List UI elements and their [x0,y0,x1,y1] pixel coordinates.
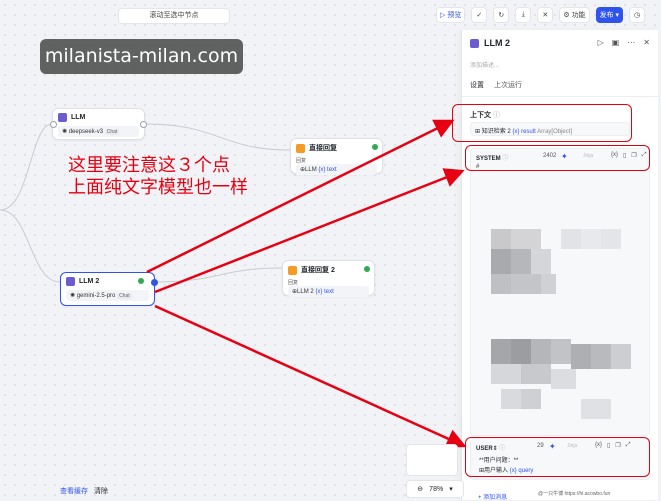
description-input[interactable]: 添加描述... [470,60,499,69]
reply-icon [296,143,305,153]
annotation-text: 这里要注意这３个点 上面纯文字模型也一样 [68,155,248,198]
chevron-down-icon: ▾ [449,486,453,493]
panel-actions: ▷ ▣ ⋯ ✕ [598,38,650,47]
model-icon: ✺ [70,293,77,299]
node-direct-reply-2[interactable]: 直接回复 2 回复 ⊕LLM 2 {x} text [282,260,375,297]
blurred-content [491,229,651,429]
tab-settings[interactable]: 设置 [470,80,484,90]
features-button[interactable]: ⚙ 功能 [559,7,590,23]
close-icon[interactable]: ✕ [643,38,650,47]
features-icon: ⚙ [563,12,572,19]
panel-tabs: 设置 上次运行 [470,80,522,90]
chevron-down-icon: ▾ [613,12,620,19]
history-icon[interactable]: ↻ [493,7,510,23]
more-icon[interactable]: ⋯ [627,38,635,47]
run-icon[interactable]: ▷ [598,38,604,47]
info-icon[interactable]: ▣ [612,38,620,47]
input-port[interactable] [50,121,57,128]
success-icon [138,278,144,284]
reply-icon [288,265,297,275]
highlight-system [465,145,650,171]
success-icon [372,144,378,150]
publish-button[interactable]: 发布 ▾ [595,7,624,23]
llm-icon [58,113,67,122]
node-direct-reply[interactable]: 直接回复 回复 ⊕LLM {x} text [290,138,383,175]
footer-watermark: @一只牛博 https://hi.acowbo.fun [538,491,611,497]
cache-controls: 查看缓存 清除 [60,486,108,496]
divider [462,96,658,97]
llm-icon [66,277,75,286]
scroll-to-selected-button[interactable]: 滚动至选中节点 [118,8,230,24]
reply-var-chip: ⊕LLM 2 {x} text [288,286,369,297]
system-prompt-editor[interactable]: SYSTEM ⓘ 2402 ✦ Jinja {x} ▯ ❐ ⤢ # [470,148,650,436]
checklist-icon[interactable]: ✓ [471,7,488,23]
reply-var-chip: ⊕LLM {x} text [296,164,377,175]
success-icon [364,266,370,272]
node-llm[interactable]: LLM ✺ deepseek-v3 Chat [50,108,147,140]
import-icon[interactable]: ⤓ [515,7,532,23]
zoom-control[interactable]: ⊖ 78% ▾ [406,480,464,498]
clear-link[interactable]: 清除 [94,486,108,496]
highlight-user [465,437,650,477]
model-icon: ✺ [62,129,69,135]
preview-button[interactable]: ▷ 预览 [436,7,466,23]
highlight-context [452,104,632,142]
model-chip: ✺ deepseek-v3 Chat [58,126,139,137]
watermark: milanista-milan.com [40,39,243,74]
add-next-port[interactable] [151,279,158,286]
close-box-icon[interactable]: ✕ [537,7,554,23]
clock-icon[interactable]: ◷ [629,7,646,23]
zoom-out-icon[interactable]: ⊖ [417,485,423,493]
view-cache-link[interactable]: 查看缓存 [60,486,88,496]
node-settings-panel: LLM 2 ▷ ▣ ⋯ ✕ 添加描述... 设置 上次运行 上下文 ⓘ ⊞ 知识… [461,30,658,500]
tab-last-run[interactable]: 上次运行 [494,80,522,90]
minimap[interactable] [406,444,458,476]
model-chip: ✺ gemini-2.5-pro Chat [66,290,149,301]
node-llm-2[interactable]: LLM 2 ✺ gemini-2.5-pro Chat [60,272,158,306]
panel-title: LLM 2 [470,38,510,48]
llm-icon [470,38,479,48]
output-port[interactable] [140,121,147,128]
top-toolbar: ▷ 预览 ✓ ↻ ⤓ ✕ ⚙ 功能 发布 ▾ ◷ [436,6,646,24]
